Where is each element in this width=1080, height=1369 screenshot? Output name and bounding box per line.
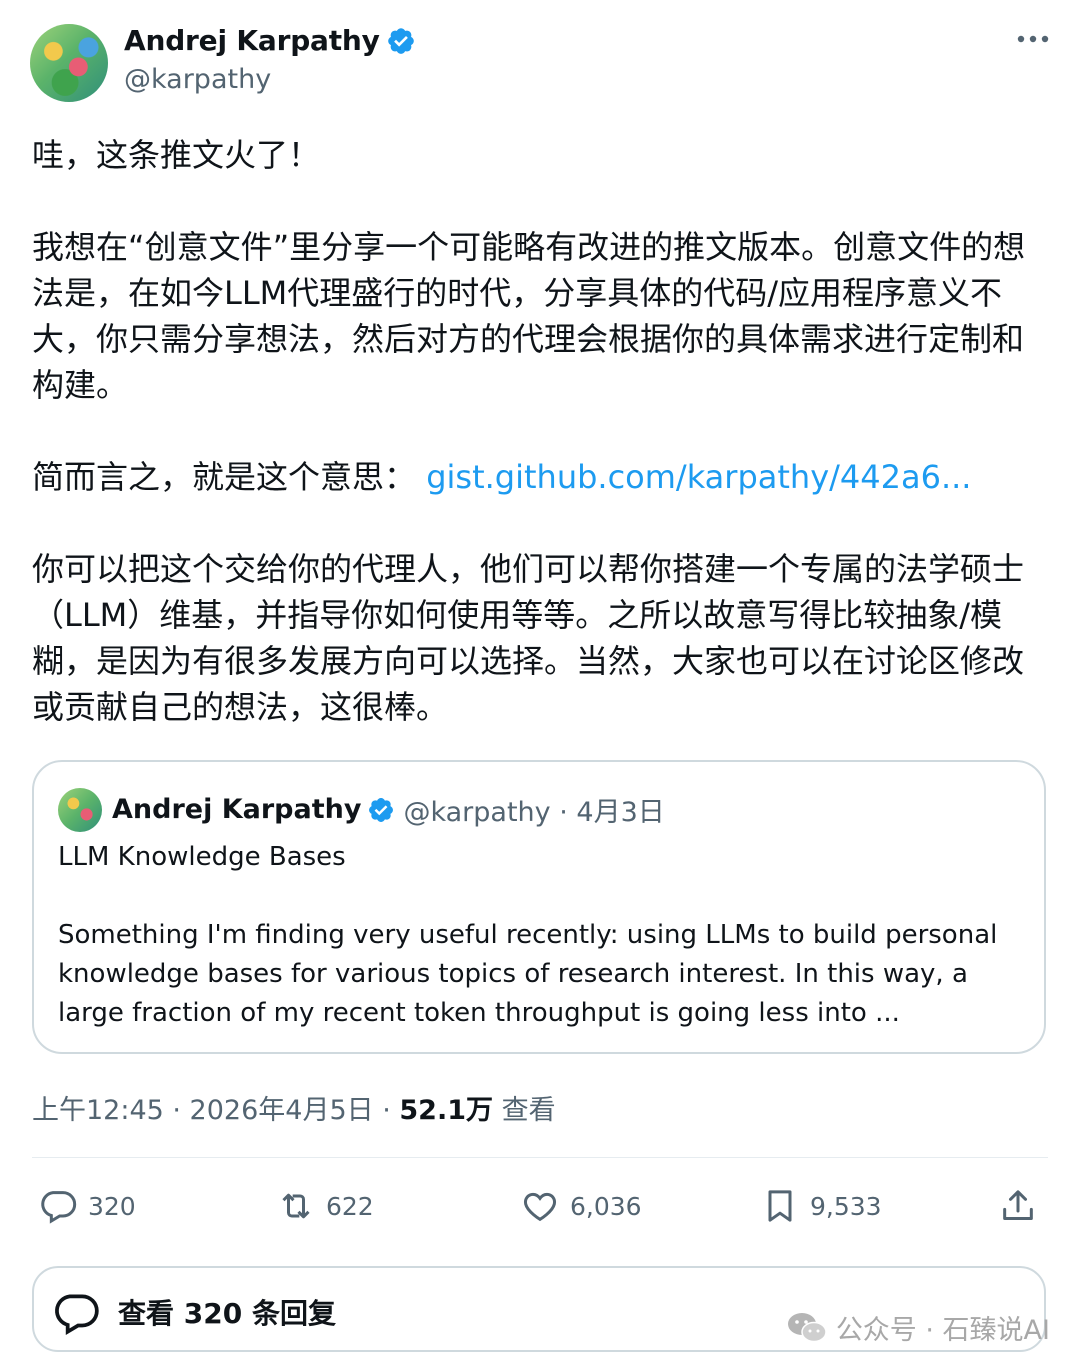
quoted-author-name: Andrej Karpathy (112, 794, 362, 825)
quoted-tweet[interactable]: Andrej Karpathy @karpathy · 4月3日 LLM Kno… (32, 760, 1046, 1054)
reply-button[interactable]: 320 (38, 1178, 136, 1234)
retweet-icon (282, 1193, 310, 1219)
verified-badge-icon (369, 797, 394, 822)
share-icon (1003, 1190, 1033, 1220)
tweet-text: 哇，这条推文火了！ 我想在“创意文件”里分享一个可能略有改进的推文版本。创意文件… (32, 132, 1052, 730)
like-icon (523, 1192, 557, 1222)
quoted-body: Something I'm finding very useful recent… (58, 920, 998, 1028)
view-label: 查看 (493, 1095, 556, 1126)
author-handle[interactable]: @karpathy (124, 64, 271, 95)
timestamp-text[interactable]: 上午12:45 · 2026年4月5日 · (32, 1095, 399, 1126)
comment-bubble-icon (55, 1294, 99, 1336)
tweet-header: Andrej Karpathy @karpathy (30, 22, 1050, 102)
gist-link[interactable]: gist.github.com/karpathy/442a6... (426, 458, 971, 496)
view-replies-label: 查看 320 条回复 (118, 1297, 336, 1330)
more-icon[interactable] (1016, 34, 1050, 44)
divider (32, 1157, 1048, 1158)
like-button[interactable]: 6,036 (520, 1178, 642, 1234)
bookmark-button[interactable]: 9,533 (760, 1178, 882, 1234)
author-name[interactable]: Andrej Karpathy (124, 24, 380, 57)
tweet-timestamp: 上午12:45 · 2026年4月5日 · 52.1万 查看 (32, 1088, 556, 1127)
quoted-author-row: Andrej Karpathy @karpathy · 4月3日 (112, 790, 665, 829)
wechat-icon (787, 1312, 827, 1342)
author-avatar[interactable] (30, 24, 108, 102)
like-count: 6,036 (570, 1191, 642, 1221)
action-bar: 320 622 6,036 9,533 (32, 1178, 1052, 1234)
retweet-count: 622 (326, 1191, 374, 1221)
share-button[interactable] (998, 1178, 1038, 1234)
verified-badge-icon (387, 27, 414, 54)
watermark-text: 公众号 · 石臻说AI (835, 1315, 1050, 1346)
retweet-button[interactable]: 622 (276, 1178, 374, 1234)
author-name-row: Andrej Karpathy (124, 24, 416, 57)
bookmark-icon (768, 1190, 792, 1222)
reply-icon (41, 1191, 77, 1224)
tweet-paragraph-2: 我想在“创意文件”里分享一个可能略有改进的推文版本。创意文件的想法是，在如今LL… (32, 228, 1026, 404)
view-count: 52.1万 (399, 1095, 493, 1126)
tweet-paragraph-1: 哇，这条推文火了！ (32, 136, 321, 174)
quoted-author-avatar (58, 788, 102, 832)
tweet-paragraph-3: 简而言之，就是这个意思： (32, 458, 417, 496)
watermark: 公众号 · 石臻说AI (786, 1308, 1050, 1347)
reply-count: 320 (88, 1191, 136, 1221)
tweet-paragraph-4: 你可以把这个交给你的代理人，他们可以帮你搭建一个专属的法学硕士（LLM）维基，并… (32, 550, 1025, 726)
quoted-meta: @karpathy · 4月3日 (403, 797, 665, 828)
bookmark-count: 9,533 (810, 1191, 882, 1221)
quoted-title: LLM Knowledge Bases (58, 842, 346, 872)
